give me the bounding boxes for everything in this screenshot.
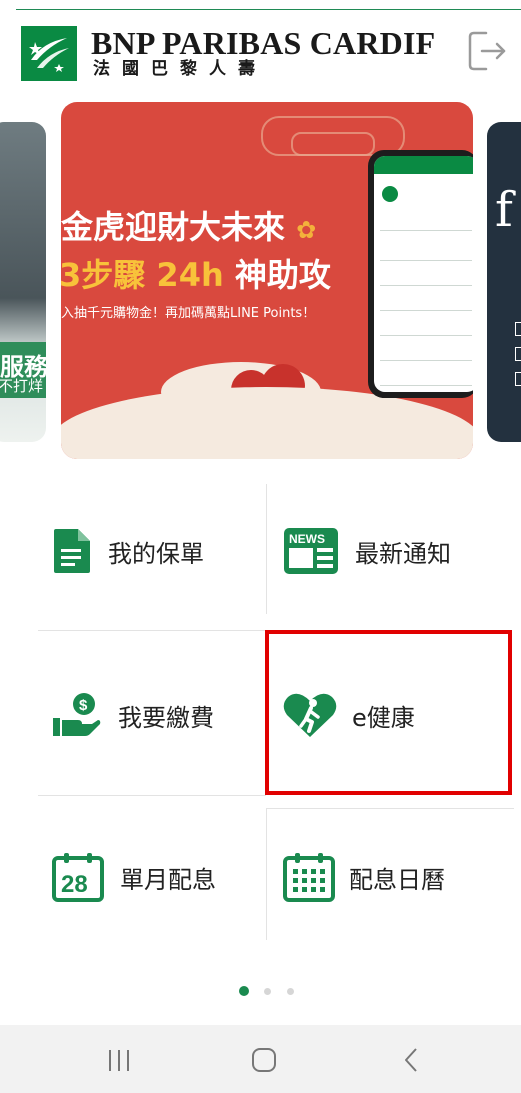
- policy-document-icon: [54, 529, 90, 573]
- pager-dot[interactable]: [264, 988, 271, 995]
- bnp-logo: [21, 26, 77, 81]
- back-button[interactable]: [392, 1045, 432, 1075]
- promo-subheadline: 3步驟 24h 神助攻: [61, 250, 331, 296]
- grid-divider-horizontal: [38, 630, 266, 631]
- promo-description: 入抽千元購物金！再加碼萬點LINE Points！: [61, 306, 316, 321]
- menu-item-label: 最新通知: [355, 539, 451, 568]
- highlight-box: [265, 630, 512, 795]
- menu-item-my-policy[interactable]: 我的保單: [52, 526, 204, 576]
- menu-item-label: 我要繳費: [118, 703, 214, 732]
- promo-headline: 金虎迎財大未來 ✿: [61, 202, 316, 248]
- news-icon: NEWS: [284, 528, 338, 574]
- promo-headline-text: 金虎迎財大未來: [61, 208, 286, 246]
- svg-text:28: 28: [61, 871, 88, 898]
- svg-text:$: $: [79, 697, 88, 714]
- phone-screen-row: [380, 346, 472, 361]
- checkbox-graphic: [515, 347, 521, 361]
- banner-carousel[interactable]: 服務 不打烊 金虎迎財大未來 ✿ 3步驟 24h 神助攻 入抽千元購物金！再加碼…: [0, 102, 521, 462]
- grid-divider-vertical: [266, 484, 267, 614]
- recent-apps-button[interactable]: [100, 1045, 140, 1075]
- logout-button[interactable]: [462, 27, 510, 75]
- grid-divider-horizontal: [38, 795, 266, 796]
- calendar-28-icon: 28: [52, 853, 104, 902]
- checkbox-graphic: [515, 322, 521, 336]
- slide-left-subtext: 不打烊: [0, 377, 44, 395]
- pager-dot-active[interactable]: [239, 986, 249, 996]
- menu-item-label: 配息日曆: [349, 865, 445, 894]
- phone-screen-row: [380, 321, 472, 336]
- calendar-grid-icon: [283, 853, 335, 902]
- home-icon: [252, 1048, 276, 1072]
- phone-screen-avatar: [382, 186, 398, 202]
- banner-slide-previous[interactable]: 服務 不打烊: [0, 122, 46, 442]
- phone-screen-header: [374, 156, 473, 174]
- grid-divider-horizontal: [266, 808, 514, 809]
- menu-item-payment[interactable]: $ 我要繳費: [52, 690, 214, 740]
- promo-steps-text: 3步驟: [61, 256, 146, 294]
- back-icon: [405, 1048, 417, 1072]
- carousel-pager: [239, 986, 299, 996]
- payment-hand-icon: $: [53, 693, 101, 736]
- cloud-pattern-decoration: [291, 132, 375, 156]
- phone-screen-row: [380, 296, 472, 311]
- home-button[interactable]: [244, 1045, 284, 1075]
- menu-item-monthly-dividend[interactable]: 28 單月配息: [52, 852, 216, 902]
- menu-item-news[interactable]: NEWS 最新通知: [283, 526, 451, 576]
- svg-text:NEWS: NEWS: [289, 532, 325, 546]
- phone-screen-row: [380, 246, 472, 261]
- phone-mockup-image: [368, 150, 473, 398]
- stars-birds-icon: [29, 38, 69, 72]
- phone-screen: [374, 156, 473, 392]
- banner-slide-active[interactable]: 金虎迎財大未來 ✿ 3步驟 24h 神助攻 入抽千元購物金！再加碼萬點LINE …: [61, 102, 473, 459]
- phone-screen-row: [380, 371, 472, 386]
- system-navigation-bar: [0, 1025, 521, 1093]
- phone-screen-row: [380, 216, 472, 231]
- menu-item-label: 單月配息: [120, 865, 216, 894]
- slide-right-text: f: [495, 182, 513, 238]
- phone-screen-row: [380, 271, 472, 286]
- logout-icon: [468, 31, 506, 71]
- pager-dot[interactable]: [287, 988, 294, 995]
- recent-apps-icon: [109, 1050, 129, 1071]
- banner-slide-next[interactable]: f: [487, 122, 521, 442]
- grid-divider-vertical: [266, 808, 267, 940]
- promo-suffix-text: 神助攻: [234, 256, 331, 294]
- brand-name: BNP PARIBAS CARDIF: [91, 25, 436, 61]
- promo-24h-text: 24h: [156, 256, 224, 294]
- menu-item-label: 我的保單: [108, 539, 204, 568]
- flower-icon: ✿: [296, 216, 317, 244]
- brand-subtitle: 法國巴黎人壽: [93, 59, 267, 79]
- top-divider: [16, 9, 521, 10]
- menu-item-dividend-calendar[interactable]: 配息日曆: [283, 852, 445, 902]
- checkbox-graphic: [515, 372, 521, 386]
